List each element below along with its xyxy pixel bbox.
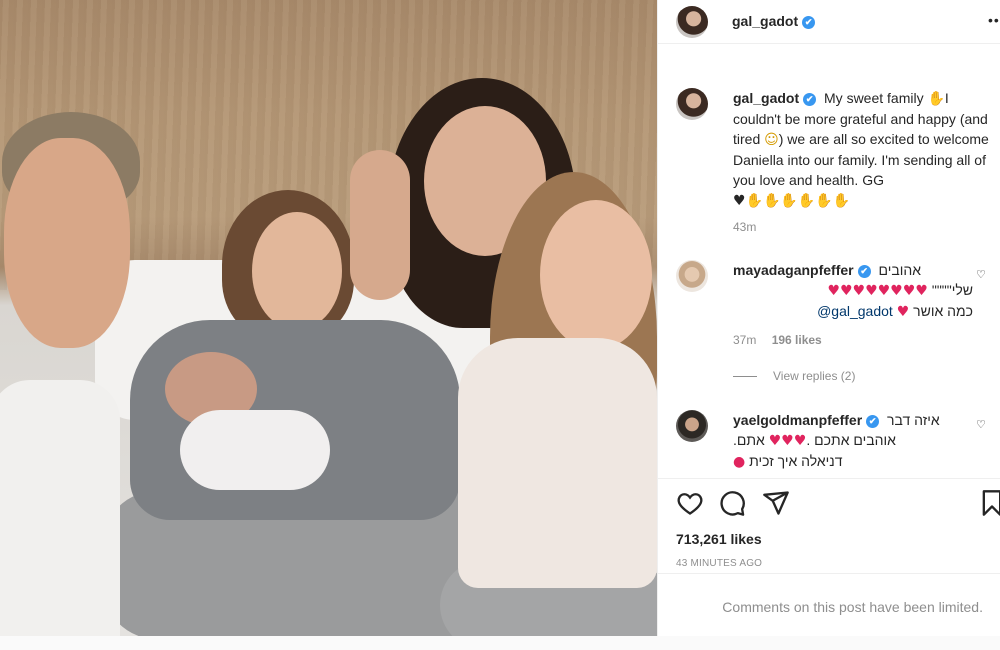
verified-icon: ✔ (866, 415, 880, 428)
save-bookmark-icon[interactable] (978, 489, 1000, 517)
post-time[interactable]: 43 MINUTES AGO (676, 558, 762, 569)
comment-text-line2: אתם. (733, 432, 765, 448)
author-username-text[interactable]: gal_gadot (732, 13, 798, 29)
comment-text-line2b: אוהבים אתכם . (806, 432, 896, 448)
caption-avatar[interactable] (676, 88, 708, 120)
share-send-icon[interactable] (762, 489, 790, 517)
comment-time[interactable]: 37m (733, 333, 756, 347)
caption-username-text[interactable]: gal_gadot (733, 90, 799, 106)
author-username[interactable]: gal_gadot ✔ (732, 13, 816, 29)
woman-arm (350, 150, 410, 300)
comment-mayadaganpfeffer: mayadaganpfeffer ✔ אהובים ♥♥♥♥♥♥♥♥ שלי"""… (733, 260, 973, 322)
post-photo[interactable] (0, 0, 657, 636)
commenter-avatar[interactable] (676, 260, 708, 292)
comment-username[interactable]: yaelgoldmanpfeffer ✔ (733, 412, 880, 428)
comment-meta: 37m 196 likes (733, 333, 822, 347)
smiley-icon: ☺ (764, 132, 779, 148)
verified-icon: ✔ (803, 93, 817, 106)
comments-limited-notice: Comments on this post have been limited. (658, 573, 1000, 636)
lips-icon: ● (733, 454, 746, 470)
more-options-icon[interactable]: ••• (988, 12, 1000, 28)
comment-bubble-icon[interactable] (718, 489, 746, 517)
comment-text-line1: איזה דבר (887, 412, 940, 428)
like-heart-icon[interactable] (676, 489, 704, 517)
raised-hand-icon: ✋ (927, 91, 945, 107)
view-replies[interactable]: View replies (2) (733, 369, 855, 383)
red-hearts-icon: ♥♥♥♥♥♥♥♥ (827, 283, 928, 299)
view-replies-label[interactable]: View replies (2) (773, 369, 855, 383)
likes-count[interactable]: 713,261 likes (676, 531, 762, 547)
comment-likes[interactable]: 196 likes (772, 333, 822, 347)
comment-username[interactable]: mayadaganpfeffer ✔ (733, 262, 871, 278)
comment-username-text[interactable]: yaelgoldmanpfeffer (733, 412, 862, 428)
young-girl-face (540, 200, 652, 350)
comment-username-text[interactable]: mayadaganpfeffer (733, 262, 854, 278)
replies-line (733, 376, 757, 378)
verified-icon: ✔ (857, 265, 871, 278)
heart-icon: ♥ (733, 193, 746, 209)
raised-hands-row-icon: ✋✋✋✋✋✋ (745, 193, 851, 209)
comment-text-line3: כמה אושר (913, 303, 973, 319)
comment-text-line2: שלי"""" (931, 282, 973, 298)
commenter-avatar[interactable] (676, 410, 708, 442)
post-header: gal_gadot ✔ ••• (658, 0, 1000, 44)
caption-time[interactable]: 43m (733, 220, 756, 234)
caption-text-1: My sweet family (824, 90, 928, 106)
comment-text-line3: דניאלה איך זכית (749, 453, 843, 469)
man-shirt (0, 380, 120, 636)
verified-icon: ✔ (802, 16, 816, 29)
girl-face (252, 212, 342, 330)
post-sidebar: gal_gadot ✔ ••• gal_gadot ✔ My sweet famil… (657, 0, 1000, 636)
post-caption: gal_gadot ✔ My sweet family ✋I couldn't b… (733, 88, 995, 211)
caption-username[interactable]: gal_gadot ✔ (733, 90, 817, 106)
young-girl-top (458, 338, 657, 588)
baby-wrap (180, 410, 330, 490)
post-actions: 713,261 likes 43 MINUTES AGO (658, 478, 1000, 569)
red-hearts-icon: ♥♥♥ (768, 433, 807, 449)
mention-link[interactable]: @gal_gadot (817, 303, 893, 319)
author-avatar[interactable] (676, 6, 708, 38)
like-comment-heart-icon[interactable]: ♡ (976, 418, 986, 431)
like-comment-heart-icon[interactable]: ♡ (976, 268, 986, 281)
comment-text-line1: אהובים (878, 262, 922, 278)
comment-yaelgoldmanpfeffer: yaelgoldmanpfeffer ✔ איזה דבר אתם. ♥♥♥אוה… (733, 410, 973, 472)
man-face (4, 138, 130, 348)
heart-icon: ♥ (896, 304, 910, 320)
